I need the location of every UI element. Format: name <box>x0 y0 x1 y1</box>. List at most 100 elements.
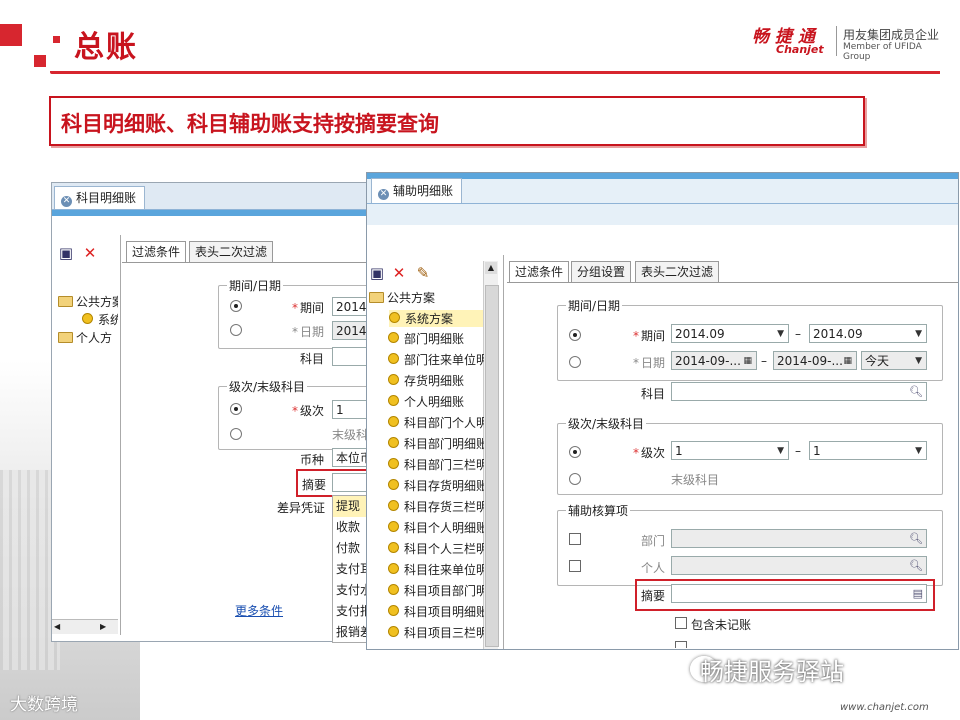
tree-item[interactable]: 部门往来单位明 <box>388 351 484 368</box>
tree-item[interactable]: 系统方案 <box>389 310 485 327</box>
subject-label: 科目 <box>641 387 666 401</box>
slide-title: 总账 <box>74 30 138 65</box>
last-level-label: 末级科 <box>332 428 369 442</box>
tab-subject-ledger[interactable]: ✕ 科目明细账 <box>54 186 146 209</box>
tree-item[interactable]: 科目部门明细账 <box>388 435 484 452</box>
bullet-icon <box>388 458 399 469</box>
level-from-combo[interactable]: 1 ▼ <box>671 441 789 460</box>
include-unposted-label: 包含未记账 <box>691 618 752 632</box>
tree-item-public[interactable]: 公共方案 <box>58 293 118 310</box>
search-icon: 🔍︎ <box>909 385 923 398</box>
aux-group-legend: 辅助核算项 <box>566 502 631 519</box>
aux-detail-window: ✕ 辅助明细账 ▣ ✕ ✎ 公共方案 系统方案 ▲ 过滤条件 分组设置 表头二次过… <box>366 172 959 650</box>
red-square-decoration <box>53 36 60 43</box>
dept-input[interactable]: 🔍︎ <box>671 529 927 548</box>
watermark-left: 大数跨境 <box>10 695 78 715</box>
period-from-combo[interactable]: 2014.09 ▼ <box>671 324 789 343</box>
watermark-right: 畅捷服务驿站 <box>700 658 844 686</box>
period-radio[interactable] <box>569 329 581 341</box>
bullet-icon <box>388 332 399 343</box>
bullet-icon <box>388 437 399 448</box>
tree-item-system[interactable]: 系统 <box>82 311 118 328</box>
tree-item[interactable]: 科目个人三栏明 <box>388 540 484 557</box>
dropdown-arrow-icon: ▼ <box>915 356 922 366</box>
folder-icon <box>58 296 73 307</box>
scroll-thumb[interactable] <box>485 285 499 647</box>
close-icon[interactable]: ✕ <box>378 189 389 200</box>
red-square-decoration <box>0 24 22 46</box>
period-to-combo[interactable]: 2014.09 ▼ <box>809 324 927 343</box>
save-icon[interactable]: ▣ <box>369 265 385 281</box>
dropdown-arrow-icon: ▼ <box>915 446 922 456</box>
period-label: * 期间 <box>633 329 666 343</box>
tree-item[interactable]: 科目部门个人明 <box>388 414 484 431</box>
period-group-legend: 期间/日期 <box>227 277 284 294</box>
bullet-icon <box>388 563 399 574</box>
bullet-icon <box>82 313 93 324</box>
date-radio[interactable] <box>569 356 581 368</box>
save-icon[interactable]: ▣ <box>58 245 74 261</box>
level-radio[interactable] <box>569 446 581 458</box>
calendar-icon: ▦ <box>743 356 752 366</box>
tree-item[interactable]: 科目存货明细账 <box>388 477 484 494</box>
tab-header-filter[interactable]: 表头二次过滤 <box>635 261 720 282</box>
logo-group-text: 用友集团成员企业 <box>843 28 940 42</box>
checkbox-partial[interactable] <box>675 641 687 648</box>
tree-item[interactable]: 存货明细账 <box>388 372 484 389</box>
dept-checkbox[interactable] <box>569 533 581 545</box>
bullet-icon <box>388 395 399 406</box>
tree-item[interactable]: 部门明细账 <box>388 330 484 347</box>
date-to-input[interactable]: 2014-09-... ▦ <box>773 351 857 370</box>
person-label: 个人 <box>641 561 666 575</box>
include-unposted-checkbox[interactable] <box>675 617 687 629</box>
person-input[interactable]: 🔍︎ <box>671 556 927 575</box>
date-quick-combo[interactable]: 今天 ▼ <box>861 351 927 370</box>
level-radio[interactable] <box>230 403 242 415</box>
date-label: * 日期 <box>292 325 325 339</box>
period-radio[interactable] <box>230 300 242 312</box>
date-radio[interactable] <box>230 324 242 336</box>
tree-item[interactable]: 科目项目部门明 <box>388 582 484 599</box>
more-conditions-link[interactable]: 更多条件 <box>235 602 283 619</box>
h-scrollbar[interactable]: ◀ ▶ <box>52 619 118 634</box>
delete-icon[interactable]: ✕ <box>82 245 98 261</box>
delete-icon[interactable]: ✕ <box>391 265 407 281</box>
tree-item[interactable]: 科目存货三栏明 <box>388 498 484 515</box>
window-tabbar: ✕ 科目明细账 <box>52 183 372 210</box>
tree-item[interactable]: 科目部门三栏明 <box>388 456 484 473</box>
dept-label: 部门 <box>641 534 666 548</box>
tab-filter-conditions[interactable]: 过滤条件 <box>509 261 570 282</box>
period-label: * 期间 <box>292 301 325 315</box>
scroll-up-icon[interactable]: ▲ <box>485 262 497 274</box>
tree-item[interactable]: 科目往来单位明 <box>388 561 484 578</box>
tree-item[interactable]: 科目项目三栏明 <box>388 624 484 641</box>
last-level-label: 末级科目 <box>671 473 720 487</box>
summary-highlight <box>635 579 935 611</box>
logo-english: Chanjet <box>776 43 824 56</box>
tree-scrollbar[interactable]: ▲ <box>483 261 499 649</box>
person-checkbox[interactable] <box>569 560 581 572</box>
logo-member-text: Member of UFIDA Group <box>843 42 922 62</box>
chanjet-logo: 畅 捷 通 Chanjet 用友集团成员企业 Member of UFIDA G… <box>752 22 952 62</box>
last-level-radio[interactable] <box>569 473 581 485</box>
date-from-input[interactable]: 2014-09-... ▦ <box>671 351 757 370</box>
dropdown-arrow-icon: ▼ <box>777 329 784 339</box>
edit-icon[interactable]: ✎ <box>415 265 431 281</box>
close-icon[interactable]: ✕ <box>61 196 72 207</box>
tree-item[interactable]: 科目个人明细账 <box>388 519 484 536</box>
tree-item-public[interactable]: 公共方案 <box>369 289 487 306</box>
blue-band <box>52 210 372 216</box>
tab-header-filter[interactable]: 表头二次过滤 <box>189 241 274 262</box>
subject-input[interactable]: 🔍︎ <box>671 382 927 401</box>
tab-group-settings[interactable]: 分组设置 <box>571 261 632 282</box>
folder-icon <box>369 292 384 303</box>
tab-filter-conditions[interactable]: 过滤条件 <box>126 241 187 262</box>
tree-item-personal[interactable]: 个人方 <box>58 329 118 346</box>
currency-label: 币种 <box>300 453 325 467</box>
tree-item[interactable]: 个人明细账 <box>388 393 484 410</box>
last-level-radio[interactable] <box>230 428 242 440</box>
bullet-icon <box>388 500 399 511</box>
tab-aux-ledger[interactable]: ✕ 辅助明细账 <box>371 178 463 203</box>
tree-item[interactable]: 科目项目明细账 <box>388 603 484 620</box>
level-to-combo[interactable]: 1 ▼ <box>809 441 927 460</box>
